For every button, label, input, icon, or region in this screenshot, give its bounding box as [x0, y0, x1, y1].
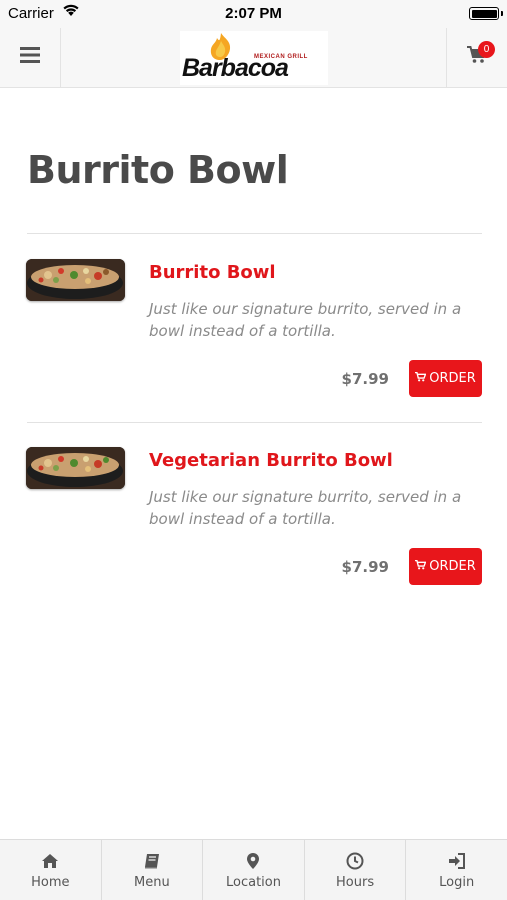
sign-in-icon — [447, 851, 467, 871]
tab-login[interactable]: Login — [406, 840, 507, 900]
tab-home[interactable]: Home — [0, 840, 102, 900]
page-title: Burrito Bowl — [27, 148, 289, 192]
clock-time: 2:07 PM — [225, 5, 282, 22]
status-bar: Carrier 2:07 PM — [0, 0, 507, 28]
nav-bar: MEXICAN GRILL Barbacoa 0 — [0, 28, 507, 88]
logo-wordmark: Barbacoa — [182, 54, 289, 82]
order-button[interactable]: ORDER — [409, 548, 482, 585]
battery-icon — [469, 7, 499, 20]
menu-item: Vegetarian Burrito Bowl Just like our si… — [0, 422, 507, 610]
burrito-bowl-image[interactable] — [26, 259, 125, 301]
vegetarian-burrito-bowl-image[interactable] — [26, 447, 125, 489]
tab-label: Home — [31, 874, 70, 890]
barbacoa-logo[interactable]: MEXICAN GRILL Barbacoa — [180, 31, 328, 85]
bottom-tab-bar: Home Menu Location Hours Login — [0, 839, 507, 900]
tab-hours[interactable]: Hours — [305, 840, 407, 900]
tab-label: Menu — [134, 874, 170, 890]
clock-icon — [345, 851, 365, 871]
hamburger-icon — [20, 47, 40, 68]
map-pin-icon — [243, 851, 263, 871]
cart-icon — [415, 371, 427, 386]
item-description: Just like our signature burrito, served … — [149, 488, 462, 528]
item-price: $7.99 — [341, 370, 389, 388]
tab-location[interactable]: Location — [203, 840, 305, 900]
order-button-label: ORDER — [429, 371, 476, 386]
cart-button[interactable]: 0 — [446, 28, 507, 87]
hamburger-menu-button[interactable] — [0, 28, 61, 87]
tab-label: Location — [225, 874, 281, 890]
item-name[interactable]: Vegetarian Burrito Bowl — [149, 450, 393, 471]
order-button-label: ORDER — [429, 559, 476, 574]
order-button[interactable]: ORDER — [409, 360, 482, 397]
tab-label: Login — [439, 874, 475, 890]
book-icon — [142, 851, 162, 871]
cart-icon — [415, 559, 427, 574]
menu-item: Burrito Bowl Just like our signature bur… — [0, 234, 507, 422]
item-name[interactable]: Burrito Bowl — [149, 262, 276, 283]
home-icon — [40, 851, 60, 871]
item-price: $7.99 — [341, 558, 389, 576]
item-description: Just like our signature burrito, served … — [149, 300, 462, 340]
tab-menu[interactable]: Menu — [102, 840, 204, 900]
tab-label: Hours — [336, 874, 375, 890]
cart-count-badge: 0 — [478, 41, 495, 58]
battery-tip — [501, 11, 503, 16]
